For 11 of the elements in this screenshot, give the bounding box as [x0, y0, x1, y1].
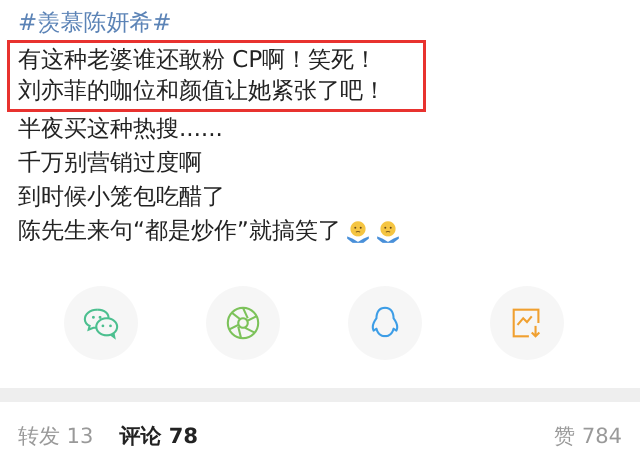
tab[interactable]: 评论 78: [119, 422, 198, 450]
post-text-line: 半夜买这种热搜......: [18, 114, 223, 144]
aperture-icon: [224, 304, 262, 342]
tab[interactable]: 赞 784: [554, 422, 622, 450]
post-text-line: 陈先生来句“都是炒作”就搞笑了: [18, 216, 341, 246]
hashtag-link[interactable]: #羡慕陈妍希#: [18, 8, 640, 38]
post-text-line: 到时候小笼包吃醋了: [18, 182, 225, 212]
post-text-line: 刘亦菲的咖位和颜值让她紧张了吧！: [18, 77, 387, 106]
post-text-line: 千万别营销过度啊: [18, 148, 202, 178]
post-text-line: 有这种老婆谁还敢粉 CP啊！笑死！: [18, 46, 378, 75]
tab[interactable]: 转发 13: [18, 422, 94, 450]
